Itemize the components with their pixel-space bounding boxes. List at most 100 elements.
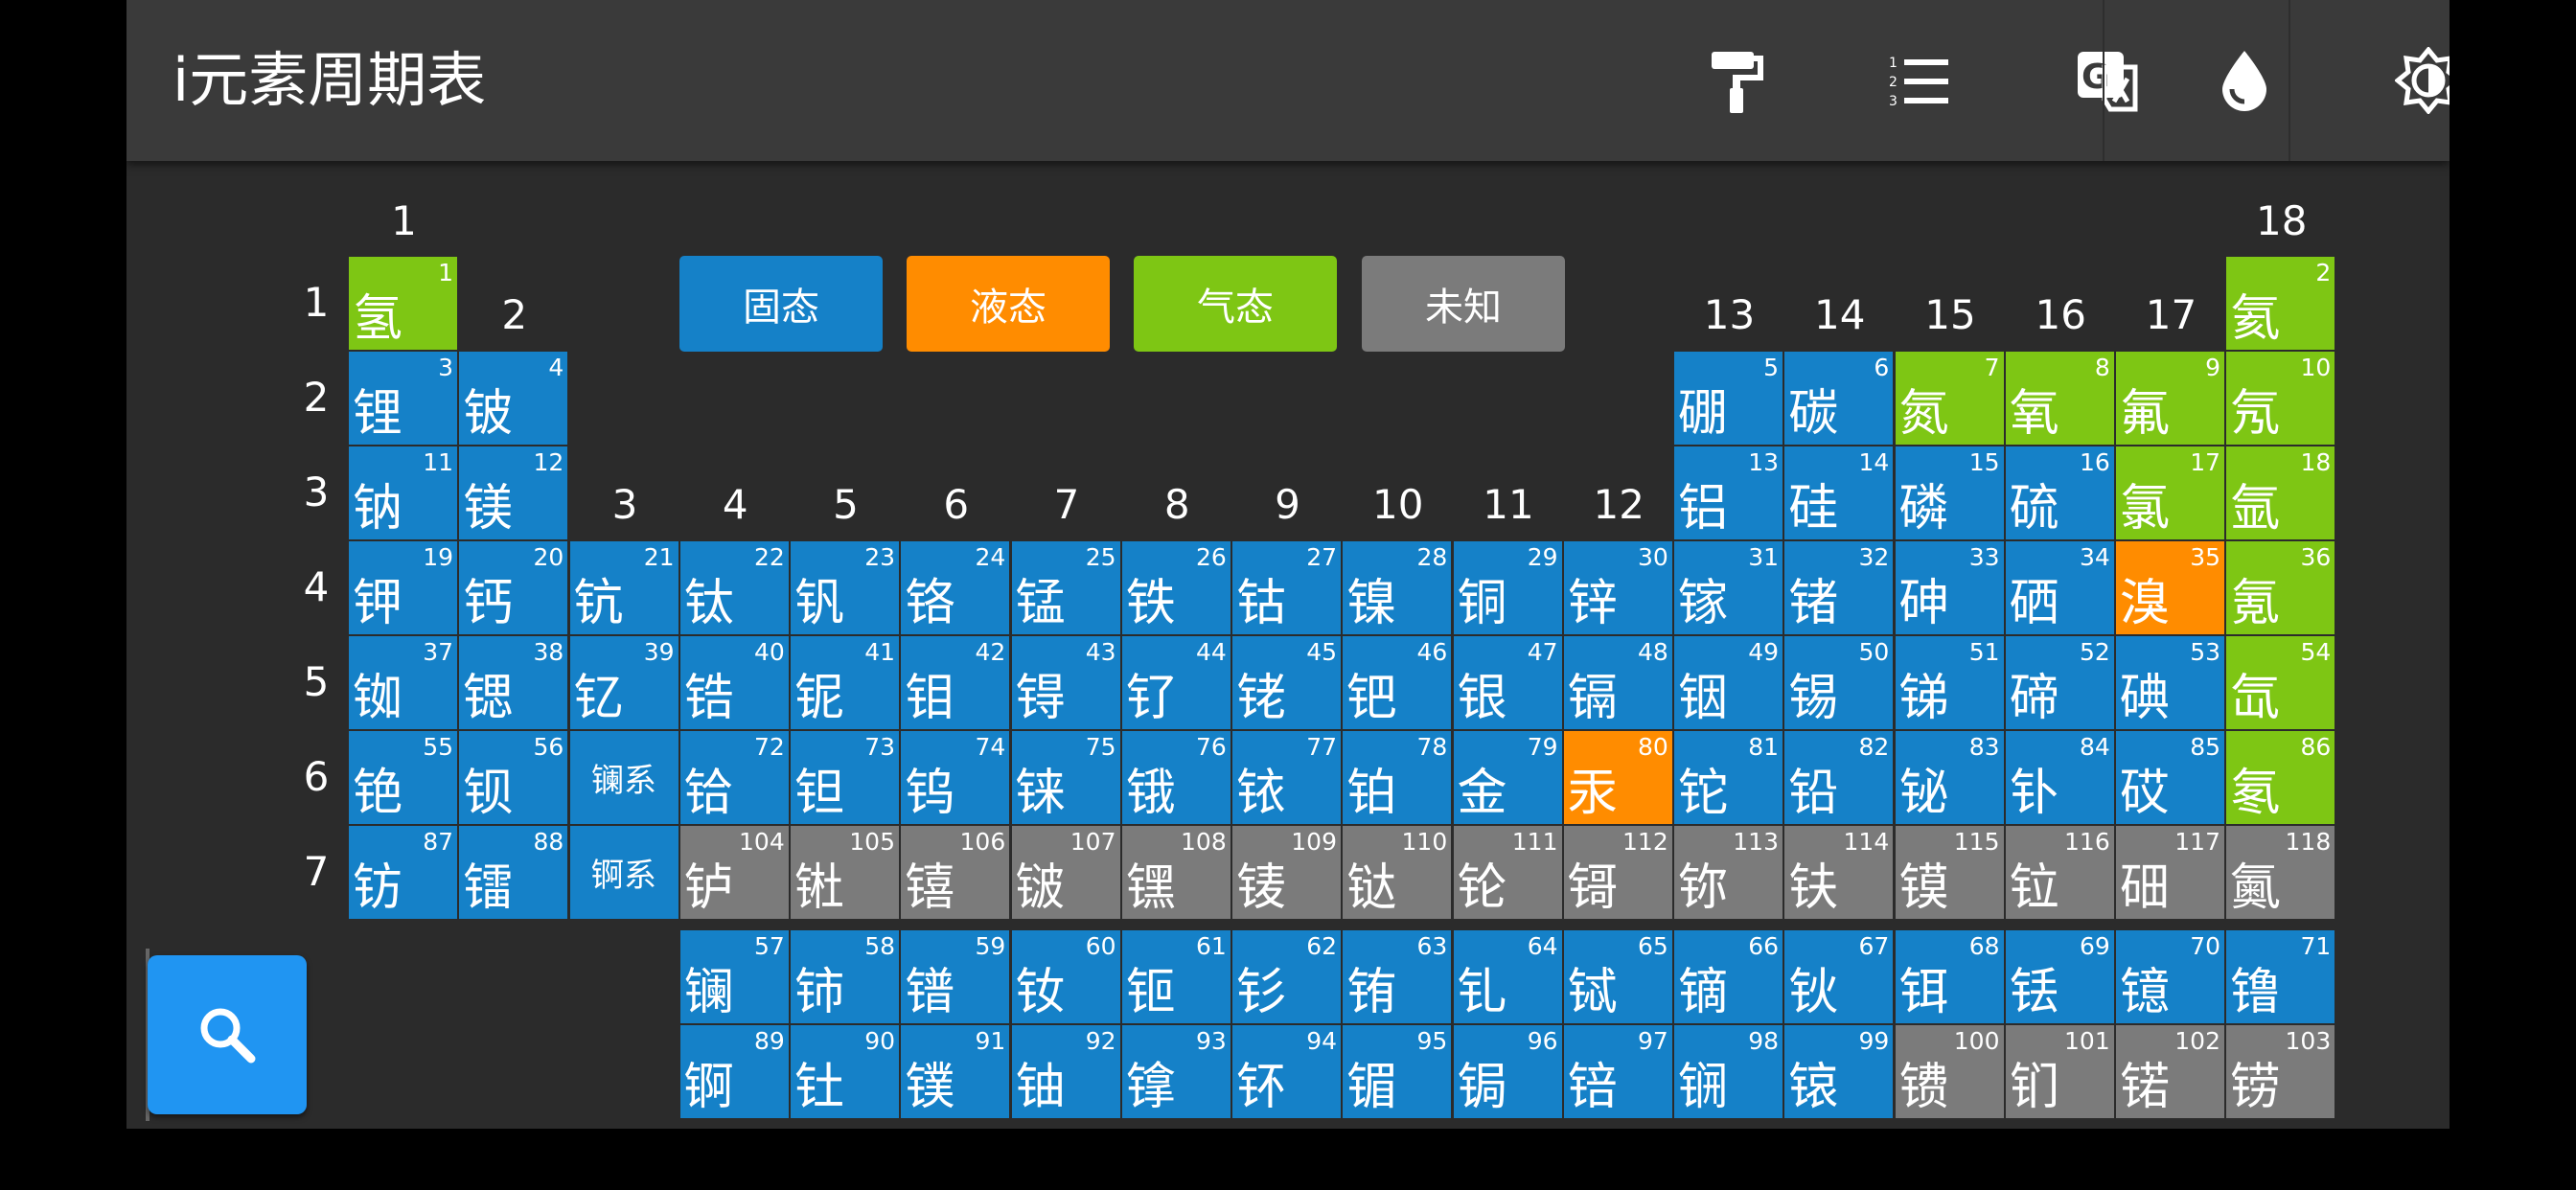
element-cell[interactable]: 镄 100 [1895,1025,2004,1118]
element-cell[interactable]: 镥 71 [2226,930,2335,1023]
element-cell[interactable]: 氖 10 [2226,352,2335,445]
brightness-icon[interactable] [2380,33,2450,128]
search-button[interactable] [148,955,307,1114]
element-cell[interactable]: 铼 75 [1011,731,1120,824]
element-cell[interactable]: 锆 40 [679,636,789,729]
element-cell[interactable]: 锑 51 [1895,636,2004,729]
element-cell[interactable]: 碳6 [1784,352,1894,445]
element-cell[interactable]: 𬭊 105 [791,826,899,919]
element-cell[interactable]: 锎 98 [1674,1025,1782,1118]
water-drop-icon[interactable] [2196,33,2292,128]
element-cell[interactable]: 鿏 109 [1232,826,1341,919]
element-cell[interactable]: 钫 87 [349,826,457,919]
element-cell[interactable]: 镍 28 [1343,541,1452,634]
element-cell[interactable]: 铊 81 [1674,731,1782,824]
element-cell[interactable]: 铱 77 [1232,731,1341,824]
element-cell[interactable]: 铝 13 [1674,446,1782,539]
element-cell[interactable]: 鿔 112 [1563,826,1672,919]
element-cell[interactable]: 镉 48 [1563,636,1672,729]
translate-icon[interactable]: G [2058,33,2154,128]
element-cell[interactable]: 钨 74 [901,731,1010,824]
element-cell[interactable]: 氩 18 [2226,446,2335,539]
element-cell[interactable]: 钬 67 [1784,930,1894,1023]
element-cell[interactable]: 氦2 [2226,257,2335,350]
element-cell[interactable]: 氢1 [349,257,457,350]
element-cell[interactable]: 𫓧 114 [1784,826,1894,919]
element-cell[interactable]: 锗 32 [1784,541,1894,634]
element-cell[interactable]: 钐 62 [1232,930,1341,1023]
element-cell[interactable]: 硫 16 [2005,446,2114,539]
element-cell[interactable]: 钡 56 [459,731,568,824]
element-cell[interactable]: 钇 39 [569,636,678,729]
element-cell[interactable]: 铌 41 [791,636,899,729]
element-cell[interactable]: 𬭶 108 [1121,826,1230,919]
element-cell[interactable]: 镎 93 [1121,1025,1230,1118]
element-cell[interactable]: 𫟷 116 [2005,826,2114,919]
element-cell[interactable]: 镝 66 [1674,930,1782,1023]
element-cell[interactable]: 钙 20 [459,541,568,634]
element-cell[interactable]: 镱 70 [2116,930,2224,1023]
element-cell[interactable]: 鿫 118 [2226,826,2335,919]
element-cell[interactable]: 铹 103 [2226,1025,2335,1118]
element-cell[interactable]: 镨 59 [901,930,1010,1023]
element-cell[interactable]: 锂3 [349,352,457,445]
element-cell[interactable]: 氪 36 [2226,541,2335,634]
element-cell[interactable]: 铥 69 [2005,930,2114,1023]
element-cell[interactable]: 钷 61 [1121,930,1230,1023]
element-cell[interactable]: 磷 15 [1895,446,2004,539]
element-cell[interactable]: 鿭 113 [1674,826,1782,919]
element-cell[interactable]: 砷 33 [1895,541,2004,634]
element-cell[interactable]: 𫟼 110 [1343,826,1452,919]
element-cell[interactable]: 氡 86 [2226,731,2335,824]
element-cell[interactable]: 钼 42 [901,636,1010,729]
element-cell[interactable]: 锔 96 [1453,1025,1562,1118]
element-cell[interactable]: 铜 29 [1453,541,1562,634]
element-cell[interactable]: 锇 76 [1121,731,1230,824]
element-cell[interactable]: 氙 54 [2226,636,2335,729]
element-cell[interactable]: 银 47 [1453,636,1562,729]
element-cell[interactable]: 铽 65 [1563,930,1672,1023]
element-cell[interactable]: 铬 24 [901,541,1010,634]
element-cell[interactable]: 锰 25 [1011,541,1120,634]
element-cell[interactable]: 铀 92 [1011,1025,1120,1118]
element-cell[interactable]: 钯 46 [1343,636,1452,729]
legend-solid[interactable]: 固态 [679,256,883,352]
element-cell[interactable]: 铷 37 [349,636,457,729]
element-cell[interactable]: 镭 88 [459,826,568,919]
element-cell[interactable]: 𬭳 106 [901,826,1010,919]
element-cell[interactable]: 钍 90 [791,1025,899,1118]
element-cell[interactable]: 铅 82 [1784,731,1894,824]
element-cell[interactable]: 锘 102 [2116,1025,2224,1118]
element-cell[interactable]: 钛 22 [679,541,789,634]
actinide-series-cell[interactable]: 锕系 [569,826,678,919]
element-cell[interactable]: 镅 95 [1343,1025,1452,1118]
element-cell[interactable]: 锫 97 [1563,1025,1672,1118]
element-cell[interactable]: 铯 55 [349,731,457,824]
element-cell[interactable]: 钾 19 [349,541,457,634]
element-cell[interactable]: 锡 50 [1784,636,1894,729]
element-cell[interactable]: 𬬭 111 [1453,826,1562,919]
element-cell[interactable]: 锝 43 [1011,636,1120,729]
element-cell[interactable]: 碘 53 [2116,636,2224,729]
element-cell[interactable]: 铈 58 [791,930,899,1023]
element-cell[interactable]: 𬭛 107 [1011,826,1120,919]
element-cell[interactable]: 汞 80 [1563,731,1672,824]
legend-gas[interactable]: 气态 [1134,256,1337,352]
legend-unknown[interactable]: 未知 [1362,256,1565,352]
element-cell[interactable]: 钪 21 [569,541,678,634]
element-cell[interactable]: 氯 17 [2116,446,2224,539]
element-cell[interactable]: 氟9 [2116,352,2224,445]
element-cell[interactable]: 铒 68 [1895,930,2004,1023]
element-cell[interactable]: 钚 94 [1232,1025,1341,1118]
element-cell[interactable]: 碲 52 [2005,636,2114,729]
element-cell[interactable]: 镆 115 [1895,826,2004,919]
element-cell[interactable]: 镓 31 [1674,541,1782,634]
element-cell[interactable]: 铟 49 [1674,636,1782,729]
element-cell[interactable]: 钴 27 [1232,541,1341,634]
element-cell[interactable]: 钒 23 [791,541,899,634]
lanthanide-series-cell[interactable]: 镧系 [569,731,678,824]
element-cell[interactable]: 锶 38 [459,636,568,729]
element-cell[interactable]: 铁 26 [1121,541,1230,634]
element-cell[interactable]: 硒 34 [2005,541,2114,634]
element-cell[interactable]: 铍4 [459,352,568,445]
